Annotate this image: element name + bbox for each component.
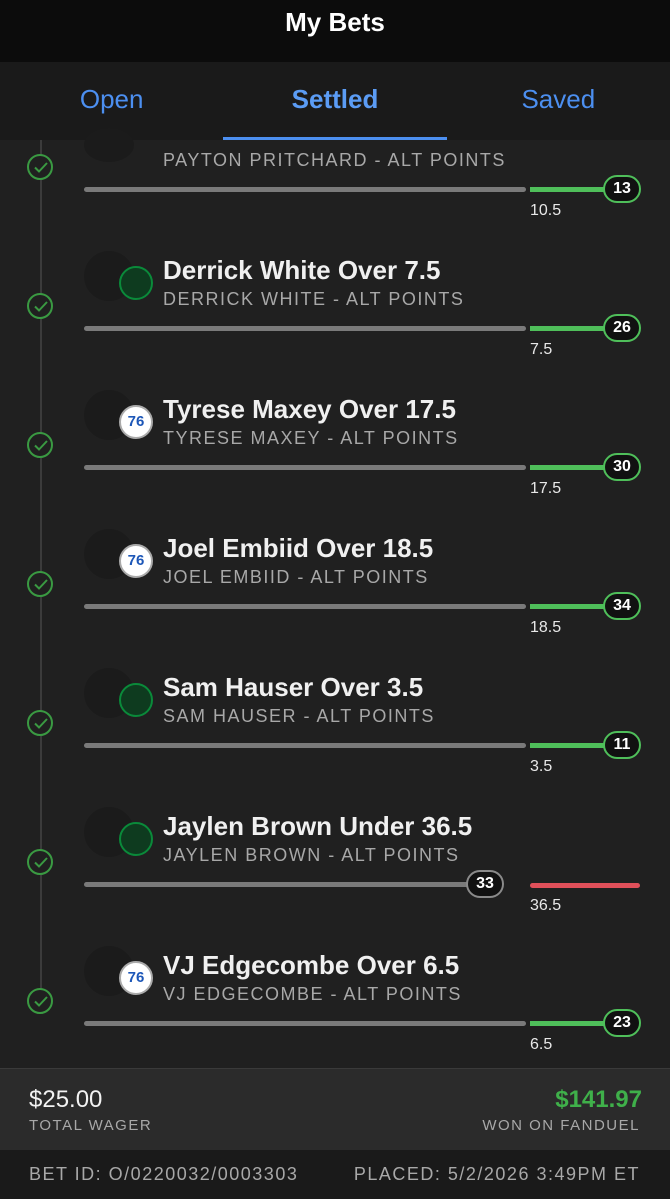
result-badge: 30 (603, 453, 641, 481)
result-badge: 26 (603, 314, 641, 342)
progress-track (84, 326, 526, 331)
line-label: 17.5 (530, 480, 562, 497)
check-circle-icon (27, 849, 53, 875)
bet-leg: 76 Tyrese Maxey Over 17.5 TYRESE MAXEY -… (0, 390, 670, 510)
progress-track (84, 465, 526, 470)
sixers-logo: 76 (119, 961, 153, 995)
leg-subtitle: PAYTON PRITCHARD - ALT POINTS (163, 150, 506, 170)
progress-track (84, 882, 476, 887)
placed-time: PLACED: 5/2/2026 3:49PM ET (353, 1164, 640, 1184)
bet-summary: $25.00 TOTAL WAGER $141.97 WON ON FANDUE… (0, 1068, 670, 1151)
check-circle-icon (27, 988, 53, 1014)
won-label: WON ON FANDUEL (482, 1117, 640, 1134)
result-badge: 34 (603, 592, 641, 620)
total-wager-label: TOTAL WAGER (29, 1117, 153, 1134)
check-circle-icon (27, 154, 53, 180)
result-badge: 11 (603, 731, 641, 759)
leg-title: Tyrese Maxey Over 17.5 (163, 394, 456, 424)
check-circle-icon (27, 571, 53, 597)
sixers-logo: 76 (119, 544, 153, 578)
leg-subtitle: DERRICK WHITE - ALT POINTS (163, 289, 465, 309)
leg-title: Sam Hauser Over 3.5 (163, 672, 424, 702)
progress-track (84, 187, 526, 192)
line-label: 10.5 (530, 202, 562, 219)
check-circle-icon (27, 432, 53, 458)
celtics-logo (119, 683, 153, 717)
celtics-logo (119, 266, 153, 300)
progress-track (84, 1021, 526, 1026)
bet-leg: 76 Joel Embiid Over 18.5 JOEL EMBIID - A… (0, 529, 670, 649)
result-badge: 23 (603, 1009, 641, 1037)
result-badge: 33 (466, 870, 504, 898)
under-segment (530, 883, 640, 888)
leg-subtitle: SAM HAUSER - ALT POINTS (163, 706, 435, 726)
app-header: My Bets (0, 0, 670, 62)
progress-track (84, 604, 526, 609)
result-badge: 13 (603, 175, 641, 203)
bet-leg: PAYTON PRITCHARD - ALT POINTS 13 10.5 (0, 112, 670, 232)
won-amount: $141.97 (555, 1086, 642, 1113)
leg-title: Jaylen Brown Under 36.5 (163, 811, 473, 841)
leg-title: Derrick White Over 7.5 (163, 255, 441, 285)
page-title: My Bets (285, 7, 385, 37)
sixers-logo: 76 (119, 405, 153, 439)
leg-subtitle: VJ EDGECOMBE - ALT POINTS (163, 984, 462, 1004)
leg-subtitle: JAYLEN BROWN - ALT POINTS (163, 845, 460, 865)
progress-track (84, 743, 526, 748)
leg-title: Joel Embiid Over 18.5 (163, 533, 434, 563)
celtics-logo (119, 822, 153, 856)
line-label: 6.5 (530, 1036, 553, 1053)
line-label: 18.5 (530, 619, 562, 636)
line-label: 36.5 (530, 897, 562, 914)
player-avatar (84, 128, 134, 162)
bet-leg: Derrick White Over 7.5 DERRICK WHITE - A… (0, 251, 670, 371)
bet-leg: Sam Hauser Over 3.5 SAM HAUSER - ALT POI… (0, 668, 670, 788)
line-label: 7.5 (530, 341, 553, 358)
bet-leg: 76 VJ Edgecombe Over 6.5 VJ EDGECOMBE - … (0, 946, 670, 1066)
bet-id: BET ID: O/0220032/0003303 (29, 1164, 299, 1184)
check-circle-icon (27, 710, 53, 736)
total-wager-amount: $25.00 (29, 1086, 103, 1113)
bet-info-bar: BET ID: O/0220032/0003303 PLACED: 5/2/20… (0, 1150, 670, 1199)
line-label: 3.5 (530, 758, 553, 775)
leg-title: VJ Edgecombe Over 6.5 (163, 950, 460, 980)
bet-leg: Jaylen Brown Under 36.5 JAYLEN BROWN - A… (0, 807, 670, 927)
check-circle-icon (27, 293, 53, 319)
leg-subtitle: TYRESE MAXEY - ALT POINTS (163, 428, 459, 448)
leg-subtitle: JOEL EMBIID - ALT POINTS (163, 567, 429, 587)
